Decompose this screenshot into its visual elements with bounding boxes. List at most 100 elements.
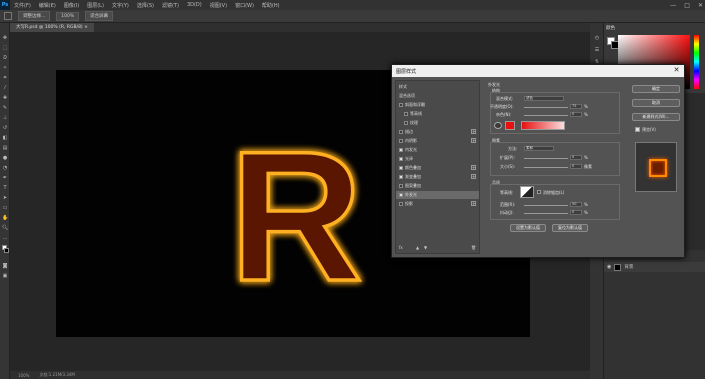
add-color-overlay-icon[interactable]: + xyxy=(471,165,476,170)
jitter-slider[interactable] xyxy=(524,213,568,214)
noise-input[interactable]: 0 xyxy=(570,112,582,117)
gradient-tool-icon[interactable]: ▤ xyxy=(2,145,8,151)
move-down-icon[interactable]: ▼ xyxy=(424,245,427,250)
background-color-swatch[interactable] xyxy=(4,248,9,253)
menu-view[interactable]: 视图(V) xyxy=(210,2,227,9)
trash-icon[interactable]: 🗑︎ xyxy=(471,245,476,250)
zoom-field[interactable]: 100% xyxy=(56,11,80,21)
menu-3d[interactable]: 3D(D) xyxy=(187,2,202,8)
style-item-gradient-overlay[interactable]: 渐变叠加 + xyxy=(396,173,479,181)
close-icon[interactable]: ✕ xyxy=(698,2,703,9)
maximize-icon[interactable]: □ xyxy=(684,2,690,9)
checkbox[interactable] xyxy=(404,112,408,116)
layer-row[interactable]: ◉ 背景 xyxy=(604,262,705,272)
style-item-outer-glow[interactable]: 外发光 xyxy=(396,191,479,199)
spread-slider[interactable] xyxy=(524,158,568,159)
checkbox[interactable] xyxy=(399,103,403,107)
range-slider[interactable] xyxy=(524,205,568,206)
dialog-close-icon[interactable]: ✕ xyxy=(672,66,681,75)
checkbox[interactable] xyxy=(399,184,403,188)
menu-help[interactable]: 帮助(H) xyxy=(262,2,280,9)
checkbox-checked[interactable] xyxy=(399,166,403,170)
blend-mode-select[interactable]: 滤色 xyxy=(524,96,564,101)
shape-tool-icon[interactable]: ▭ xyxy=(2,205,8,211)
pen-tool-icon[interactable]: ✒ xyxy=(2,175,8,181)
hue-slider[interactable] xyxy=(694,35,699,89)
eraser-tool-icon[interactable]: ◧ xyxy=(2,135,8,141)
antialias-checkbox[interactable] xyxy=(537,190,541,194)
glow-color-swatch[interactable] xyxy=(505,121,515,130)
hand-tool-icon[interactable]: ✋ xyxy=(2,215,8,221)
checkbox[interactable] xyxy=(399,139,403,143)
brush-tool-icon[interactable]: ✎ xyxy=(2,105,8,111)
gradient-swatch[interactable] xyxy=(521,121,565,130)
preview-checkbox[interactable] xyxy=(635,127,640,132)
lasso-tool-icon[interactable]: ᘐ xyxy=(2,55,8,61)
contour-picker[interactable] xyxy=(520,186,534,198)
style-item-texture[interactable]: 纹理 xyxy=(396,119,479,127)
checkbox[interactable] xyxy=(404,121,408,125)
checkbox-checked[interactable] xyxy=(399,175,403,179)
stamp-tool-icon[interactable]: ⊥ xyxy=(2,115,8,121)
size-input[interactable]: 0 xyxy=(570,164,582,169)
more-tools-icon[interactable]: … xyxy=(2,235,8,241)
size-slider[interactable] xyxy=(524,167,568,168)
zoom-tool-icon[interactable]: 🔍︎ xyxy=(2,225,8,231)
menu-type[interactable]: 文字(Y) xyxy=(112,2,129,9)
make-default-button[interactable]: 设置为默认值 xyxy=(510,224,546,232)
checkbox-checked[interactable] xyxy=(399,157,403,161)
checkbox-checked[interactable] xyxy=(399,193,403,197)
fx-icon[interactable]: fx xyxy=(399,245,403,250)
add-gradient-overlay-icon[interactable]: + xyxy=(471,174,476,179)
style-item-satin[interactable]: 光泽 xyxy=(396,155,479,163)
tool-preset-icon[interactable] xyxy=(4,12,12,20)
new-style-button[interactable]: 新建样式(W)... xyxy=(632,113,680,121)
dodge-tool-icon[interactable]: ◔ xyxy=(2,165,8,171)
eye-icon[interactable]: ◉ xyxy=(607,264,611,270)
solid-color-radio[interactable] xyxy=(494,122,502,129)
checkbox-checked[interactable] xyxy=(399,148,403,152)
style-item-inner-shadow[interactable]: 内阴影 + xyxy=(396,137,479,145)
menu-layer[interactable]: 图层(L) xyxy=(87,2,104,9)
noise-slider[interactable] xyxy=(524,115,568,116)
style-item-blending[interactable]: 混合选项 xyxy=(396,92,479,100)
cancel-button[interactable]: 取消 xyxy=(632,99,680,107)
range-input[interactable]: 50 xyxy=(570,202,582,207)
healing-brush-icon[interactable]: ✚ xyxy=(2,95,8,101)
menu-image[interactable]: 图像(I) xyxy=(64,2,79,9)
jitter-input[interactable]: 0 xyxy=(570,210,582,215)
checkbox[interactable] xyxy=(399,130,403,134)
reset-default-button[interactable]: 复位为默认值 xyxy=(552,224,588,232)
refine-edge-button[interactable]: 调整边缘... xyxy=(18,11,51,21)
style-item-pattern-overlay[interactable]: 图案叠加 xyxy=(396,182,479,190)
menu-edit[interactable]: 编辑(E) xyxy=(39,2,56,9)
menu-select[interactable]: 选择(S) xyxy=(137,2,154,9)
style-item-color-overlay[interactable]: 颜色叠加 + xyxy=(396,164,479,172)
menu-window[interactable]: 窗口(W) xyxy=(235,2,254,9)
minimize-icon[interactable]: — xyxy=(670,2,676,9)
move-tool-icon[interactable]: ✥ xyxy=(2,35,8,41)
spread-input[interactable]: 0 xyxy=(570,155,582,160)
history-panel-icon[interactable]: ◴ xyxy=(594,35,600,41)
checkbox[interactable] xyxy=(399,202,403,206)
style-item-contour[interactable]: 等高线 xyxy=(396,110,479,118)
crop-tool-icon[interactable]: ⌗ xyxy=(2,75,8,81)
style-item-drop-shadow[interactable]: 投影 + xyxy=(396,200,479,208)
add-inner-shadow-icon[interactable]: + xyxy=(471,138,476,143)
menu-filter[interactable]: 滤镜(T) xyxy=(162,2,179,9)
style-item-styles[interactable]: 样式 xyxy=(396,83,479,91)
add-drop-shadow-icon[interactable]: + xyxy=(471,201,476,206)
marquee-tool-icon[interactable]: ⬚ xyxy=(2,45,8,51)
type-tool-icon[interactable]: T xyxy=(2,185,8,191)
history-brush-icon[interactable]: ↺ xyxy=(2,125,8,131)
path-select-icon[interactable]: ➤ xyxy=(2,195,8,201)
eyedropper-icon[interactable]: ⁄ xyxy=(2,85,8,91)
fit-screen-button[interactable]: 适合屏幕 xyxy=(85,11,114,21)
style-item-inner-glow[interactable]: 内发光 xyxy=(396,146,479,154)
menu-file[interactable]: 文件(F) xyxy=(14,2,31,9)
add-stroke-icon[interactable]: + xyxy=(471,129,476,134)
opacity-input[interactable]: 75 xyxy=(570,104,582,109)
opacity-slider[interactable] xyxy=(524,107,568,108)
properties-panel-icon[interactable]: ☰ xyxy=(594,47,600,53)
quick-mask-icon[interactable]: ◙ xyxy=(2,263,8,269)
